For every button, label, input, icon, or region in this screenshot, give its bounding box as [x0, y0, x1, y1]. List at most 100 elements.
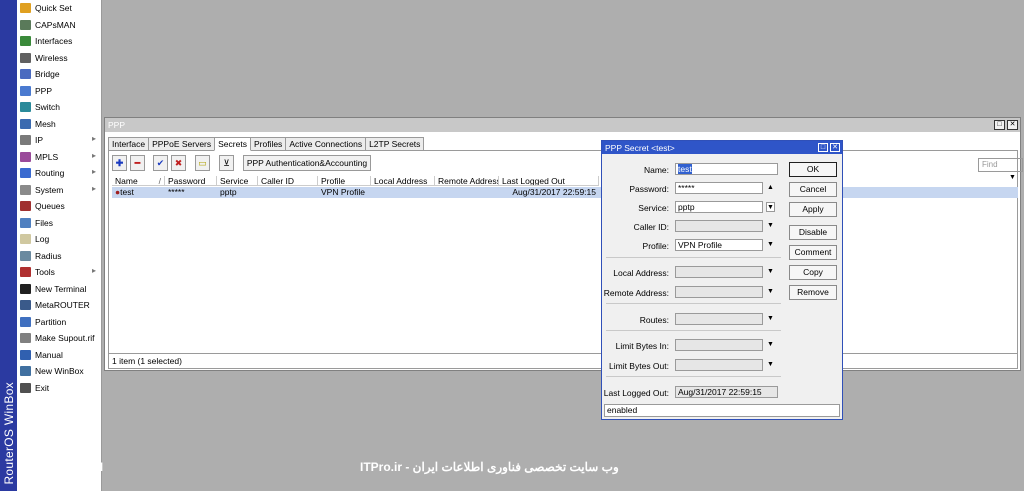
menu-item-quick-set[interactable]: Quick Set	[17, 0, 101, 17]
limit-bytes-in-dropdown-icon[interactable]: ▼	[766, 340, 775, 350]
menu-item-radius[interactable]: Radius	[17, 248, 101, 265]
cancel-button[interactable]: Cancel	[789, 182, 837, 197]
ppp-window-titlebar[interactable]: PPP □ ✕	[105, 118, 1020, 132]
filter-button[interactable]: ⊻	[219, 155, 234, 171]
profile-dropdown-icon[interactable]: ▼	[766, 240, 775, 250]
tab-active-connections[interactable]: Active Connections	[285, 137, 367, 151]
manual-icon	[20, 349, 31, 360]
limit-bytes-out-dropdown-icon[interactable]: ▼	[766, 360, 775, 370]
winbox-vertical-bar: RouterOS WinBox	[0, 0, 17, 491]
col-password[interactable]: Password	[165, 176, 217, 185]
profile-select[interactable]: VPN Profile	[675, 239, 763, 251]
remove-button[interactable]: Remove	[789, 285, 837, 300]
menu-item-label: Queues	[35, 201, 65, 212]
service-select[interactable]: pptp	[675, 201, 763, 213]
name-field[interactable]: test	[675, 163, 778, 175]
last-logged-out-label: Last Logged Out:	[603, 388, 669, 398]
menu-item-partition[interactable]: Partition	[17, 314, 101, 331]
dialog-title: PPP Secret <test>	[605, 142, 675, 153]
menu-item-tools[interactable]: Tools ▸	[17, 264, 101, 281]
menu-item-routing[interactable]: Routing ▸	[17, 165, 101, 182]
menu-item-queues[interactable]: Queues	[17, 198, 101, 215]
submenu-arrow-icon: ▸	[91, 134, 96, 143]
menu-item-capsman[interactable]: CAPsMAN	[17, 17, 101, 34]
password-toggle-icon[interactable]: ▲	[766, 183, 775, 193]
ppp-auth-accounting-button[interactable]: PPP Authentication&Accounting	[243, 155, 371, 171]
col-profile[interactable]: Profile	[318, 176, 371, 185]
find-input[interactable]: Find	[978, 158, 1023, 172]
local-address-dropdown-icon[interactable]: ▼	[766, 267, 775, 277]
dialog-titlebar[interactable]: PPP Secret <test> □ ✕	[602, 141, 842, 154]
tab-interface[interactable]: Interface	[108, 137, 150, 151]
menu-item-new-winbox[interactable]: New WinBox	[17, 363, 101, 380]
remove-button[interactable]: ━	[130, 155, 145, 171]
tab-secrets[interactable]: Secrets	[214, 137, 251, 151]
add-button[interactable]: ✚	[112, 155, 127, 171]
menu-item-label: Make Supout.rif	[35, 333, 95, 344]
menu-item-label: MPLS	[35, 151, 59, 162]
table-row[interactable]: ●test ***** pptp VPN Profile Aug/31/2017…	[112, 187, 1018, 198]
col-name[interactable]: Name /	[112, 176, 165, 185]
menu-item-system[interactable]: System ▸	[17, 182, 101, 199]
restore-icon[interactable]: □	[994, 120, 1005, 130]
col-last-logged-out[interactable]: Last Logged Out	[499, 176, 599, 185]
menu-item-mpls[interactable]: MPLS ▸	[17, 149, 101, 166]
secrets-tab-panel: ✚ ━ ✔ ✖ ▭ ⊻ PPP Authentication&Accountin…	[108, 150, 1023, 369]
tab-profiles[interactable]: Profiles	[249, 137, 287, 151]
menu-item-files[interactable]: Files	[17, 215, 101, 232]
dialog-close-icon[interactable]: ✕	[830, 143, 840, 152]
tab-l2tp-secrets[interactable]: L2TP Secrets	[365, 137, 425, 151]
col-remote-address[interactable]: Remote Address	[435, 176, 499, 185]
menu-item-mesh[interactable]: Mesh	[17, 116, 101, 133]
menu-item-exit[interactable]: Exit	[17, 380, 101, 397]
routes-field[interactable]	[675, 313, 763, 325]
ok-button[interactable]: OK	[789, 162, 837, 177]
tools-icon	[20, 267, 31, 278]
enable-button[interactable]: ✔	[153, 155, 168, 171]
menu-item-bridge[interactable]: Bridge	[17, 66, 101, 83]
columns-dropdown-icon[interactable]: ▼	[1009, 174, 1016, 181]
caller-id-field[interactable]	[675, 220, 763, 232]
service-label: Service:	[638, 203, 669, 213]
apply-button[interactable]: Apply	[789, 202, 837, 217]
password-field[interactable]: *****	[675, 182, 763, 194]
menu-item-label: Routing	[35, 168, 65, 179]
comment-button[interactable]: Comment	[789, 245, 837, 260]
local-address-field[interactable]	[675, 266, 763, 278]
routes-dropdown-icon[interactable]: ▼	[766, 314, 775, 324]
col-local-address[interactable]: Local Address	[371, 176, 435, 185]
comment-button[interactable]: ▭	[195, 155, 210, 171]
menu-item-switch[interactable]: Switch	[17, 99, 101, 116]
menu-item-log[interactable]: Log	[17, 231, 101, 248]
menu-item-metarouter[interactable]: MetaROUTER	[17, 297, 101, 314]
ppp-secret-dialog: PPP Secret <test> □ ✕ Name: test Passwor…	[601, 140, 843, 420]
cell-last-logged-out: Aug/31/2017 22:59:15	[512, 187, 596, 197]
menu-item-interfaces[interactable]: Interfaces	[17, 33, 101, 50]
close-icon[interactable]: ✕	[1007, 120, 1018, 130]
limit-bytes-out-field[interactable]	[675, 359, 763, 371]
copy-button[interactable]: Copy	[789, 265, 837, 280]
dialog-restore-icon[interactable]: □	[818, 143, 828, 152]
col-caller-id[interactable]: Caller ID	[258, 176, 318, 185]
menu-item-label: Interfaces	[35, 36, 73, 47]
menu-item-make-supout-rif[interactable]: Make Supout.rif	[17, 330, 101, 347]
bridge-icon	[20, 69, 31, 80]
col-service[interactable]: Service	[217, 176, 258, 185]
menu-item-ppp[interactable]: PPP	[17, 83, 101, 100]
vertical-title: RouterOS WinBox	[2, 382, 16, 485]
remote-address-field[interactable]	[675, 286, 763, 298]
service-dropdown-icon[interactable]: ▼	[766, 202, 775, 212]
menu-item-new-terminal[interactable]: New Terminal	[17, 281, 101, 298]
caller-id-dropdown-icon[interactable]: ▼	[766, 221, 775, 231]
supout-icon	[20, 333, 31, 344]
menu-item-manual[interactable]: Manual	[17, 347, 101, 364]
tab-pppoe-servers[interactable]: PPPoE Servers	[148, 137, 216, 151]
menu-item-ip[interactable]: IP ▸	[17, 132, 101, 149]
remote-address-dropdown-icon[interactable]: ▼	[766, 287, 775, 297]
limit-bytes-in-field[interactable]	[675, 339, 763, 351]
cell-password: *****	[168, 187, 185, 197]
disable-button[interactable]: Disable	[789, 225, 837, 240]
disable-button[interactable]: ✖	[171, 155, 186, 171]
ip-icon	[20, 135, 31, 146]
menu-item-wireless[interactable]: Wireless	[17, 50, 101, 67]
